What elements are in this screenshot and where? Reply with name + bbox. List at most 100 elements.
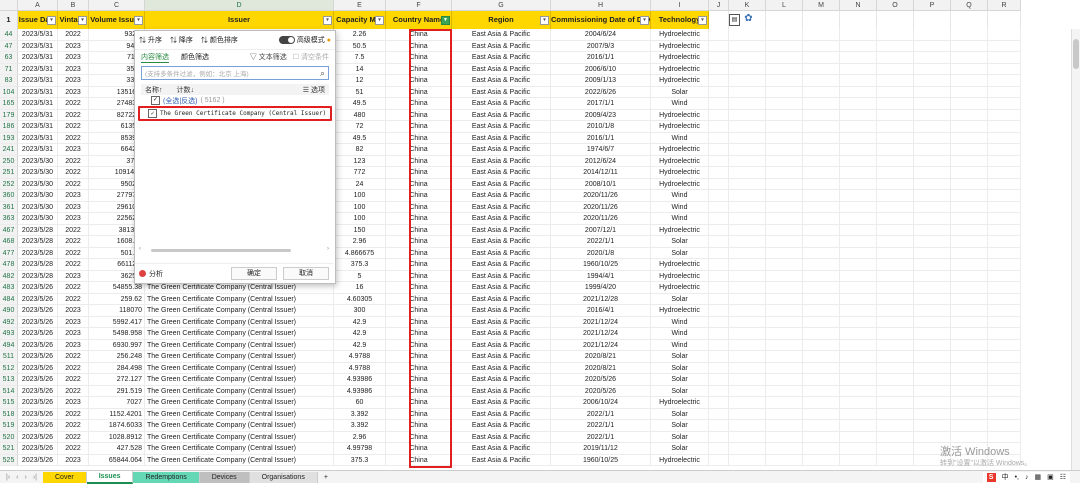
table-cell[interactable]: [766, 121, 803, 133]
table-cell[interactable]: [709, 86, 729, 98]
table-cell[interactable]: 2023: [58, 213, 89, 225]
table-cell[interactable]: [840, 385, 877, 397]
table-cell[interactable]: [951, 339, 988, 351]
table-cell[interactable]: [729, 109, 766, 121]
table-cell[interactable]: [877, 236, 914, 248]
column-header-a[interactable]: A: [18, 0, 58, 11]
table-cell[interactable]: [988, 213, 1021, 225]
table-cell[interactable]: China: [386, 224, 452, 236]
table-cell[interactable]: [914, 167, 951, 179]
table-cell[interactable]: 150: [334, 224, 386, 236]
table-cell[interactable]: 2023/5/26: [18, 362, 58, 374]
table-cell[interactable]: [803, 213, 840, 225]
table-cell[interactable]: 2023/5/28: [18, 236, 58, 248]
table-cell[interactable]: 2023/5/31: [18, 63, 58, 75]
table-cell[interactable]: Hydroelectric: [651, 109, 709, 121]
table-cell[interactable]: [803, 351, 840, 363]
table-cell[interactable]: 2023/5/26: [18, 305, 58, 317]
table-cell[interactable]: [766, 63, 803, 75]
table-cell[interactable]: 51: [334, 86, 386, 98]
text-filter-button[interactable]: ▽ 文本筛选: [250, 52, 287, 62]
table-cell[interactable]: [766, 86, 803, 98]
table-cell[interactable]: 2023/5/30: [18, 178, 58, 190]
table-cell[interactable]: China: [386, 109, 452, 121]
table-cell[interactable]: [729, 236, 766, 248]
table-cell[interactable]: [803, 201, 840, 213]
table-cell[interactable]: 2020/11/26: [551, 190, 651, 202]
table-cell[interactable]: 2023/5/31: [18, 29, 58, 41]
table-cell[interactable]: [729, 454, 766, 466]
table-cell[interactable]: [988, 121, 1021, 133]
table-cell[interactable]: China: [386, 132, 452, 144]
table-cell[interactable]: [729, 98, 766, 110]
table-cell[interactable]: East Asia & Pacific: [452, 52, 551, 64]
table-cell[interactable]: [709, 443, 729, 455]
table-cell[interactable]: East Asia & Pacific: [452, 121, 551, 133]
table-cell[interactable]: [914, 305, 951, 317]
table-cell[interactable]: [988, 201, 1021, 213]
table-cell[interactable]: [729, 132, 766, 144]
row-number[interactable]: 490: [0, 305, 18, 317]
table-cell[interactable]: 49.5: [334, 132, 386, 144]
table-cell[interactable]: [840, 213, 877, 225]
column-header-g[interactable]: G: [452, 0, 551, 11]
table-cell[interactable]: The Green Certificate Company (Central I…: [145, 339, 334, 351]
table-cell[interactable]: [729, 167, 766, 179]
table-cell[interactable]: [729, 339, 766, 351]
table-cell[interactable]: [729, 201, 766, 213]
table-cell[interactable]: China: [386, 362, 452, 374]
table-cell[interactable]: [951, 29, 988, 41]
table-cell[interactable]: 2007/9/3: [551, 40, 651, 52]
table-cell[interactable]: 2023/5/26: [18, 431, 58, 443]
table-cell[interactable]: [951, 362, 988, 374]
table-cell[interactable]: [729, 408, 766, 420]
table-cell[interactable]: 2022: [58, 351, 89, 363]
table-cell[interactable]: East Asia & Pacific: [452, 408, 551, 420]
table-cell[interactable]: Hydroelectric: [651, 75, 709, 87]
header-cell[interactable]: Capacity MW ▾: [334, 11, 386, 29]
table-cell[interactable]: Hydroelectric: [651, 282, 709, 294]
table-cell[interactable]: 2023: [58, 63, 89, 75]
table-cell[interactable]: [914, 431, 951, 443]
table-cell[interactable]: 72: [334, 121, 386, 133]
row-number[interactable]: 493: [0, 328, 18, 340]
table-cell[interactable]: [803, 63, 840, 75]
table-cell[interactable]: [951, 420, 988, 432]
last-sheet-icon[interactable]: ›|: [33, 474, 37, 481]
table-cell[interactable]: China: [386, 339, 452, 351]
table-cell[interactable]: 480: [334, 109, 386, 121]
table-cell[interactable]: 42.9: [334, 339, 386, 351]
table-cell[interactable]: [877, 259, 914, 271]
table-cell[interactable]: The Green Certificate Company (Central I…: [145, 351, 334, 363]
table-cell[interactable]: [709, 374, 729, 386]
table-cell[interactable]: The Green Certificate Company (Central I…: [145, 408, 334, 420]
table-cell[interactable]: [709, 190, 729, 202]
table-cell[interactable]: [951, 316, 988, 328]
table-cell[interactable]: [766, 155, 803, 167]
table-cell[interactable]: [914, 397, 951, 409]
table-cell[interactable]: [914, 236, 951, 248]
table-cell[interactable]: China: [386, 454, 452, 466]
table-cell[interactable]: 2023: [58, 144, 89, 156]
table-cell[interactable]: China: [386, 155, 452, 167]
table-cell[interactable]: [709, 362, 729, 374]
table-cell[interactable]: [914, 362, 951, 374]
table-cell[interactable]: 2023: [58, 305, 89, 317]
filter-dropdown-icon[interactable]: ▾: [640, 16, 649, 25]
table-cell[interactable]: [729, 259, 766, 271]
header-cell[interactable]: Vintage ▾: [58, 11, 89, 29]
table-cell[interactable]: 2017/1/1: [551, 98, 651, 110]
table-cell[interactable]: [766, 98, 803, 110]
table-cell[interactable]: China: [386, 121, 452, 133]
table-cell[interactable]: [729, 144, 766, 156]
table-cell[interactable]: [951, 86, 988, 98]
table-cell[interactable]: [988, 362, 1021, 374]
table-cell[interactable]: [709, 316, 729, 328]
table-cell[interactable]: 2023/5/26: [18, 408, 58, 420]
table-cell[interactable]: [709, 420, 729, 432]
table-cell[interactable]: [988, 385, 1021, 397]
table-cell[interactable]: [951, 431, 988, 443]
table-cell[interactable]: 2022: [58, 408, 89, 420]
table-cell[interactable]: [803, 454, 840, 466]
select-all-item[interactable]: ✓ (全选|反选) ( 5162 ): [141, 95, 329, 106]
